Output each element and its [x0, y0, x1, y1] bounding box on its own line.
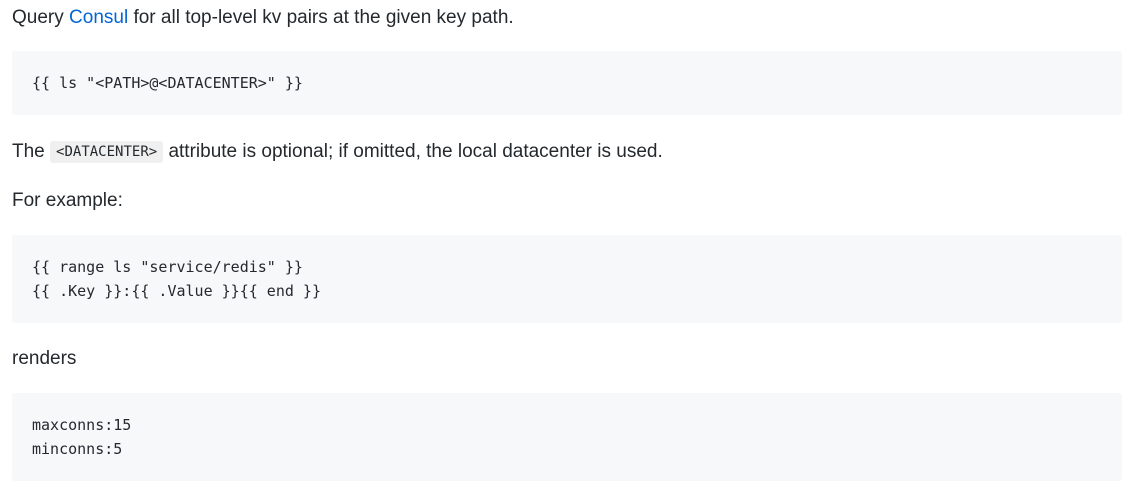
consul-link[interactable]: Consul [69, 7, 128, 28]
renders-paragraph: renders [12, 348, 77, 369]
code-line: {{ range ls "service/redis" }} [32, 258, 303, 276]
code-line: {{ .Key }}:{{ .Value }}{{ end }} [32, 282, 321, 300]
code-line: {{ ls "<PATH>@<DATACENTER>" }} [32, 74, 303, 92]
output-code-block: maxconns:15 minconns:5 [12, 393, 1122, 481]
datacenter-inline-code: <DATACENTER> [50, 141, 164, 163]
example-code-block: {{ range ls "service/redis" }} {{ .Key }}… [12, 235, 1122, 323]
intro-paragraph: Query Consul for all top-level kv pairs … [12, 6, 514, 30]
example-heading-paragraph: For example: [12, 190, 123, 211]
intro-text-after: for all top-level kv pairs at the given … [128, 7, 514, 28]
code-line: maxconns:15 [32, 416, 132, 434]
ls-syntax-code-block: {{ ls "<PATH>@<DATACENTER>" }} [12, 51, 1122, 115]
note-text-after: attribute is optional; if omitted, the l… [163, 141, 663, 162]
datacenter-note-paragraph: The <DATACENTER> attribute is optional; … [12, 140, 663, 164]
intro-text-before: Query [12, 7, 70, 28]
note-text-before: The [12, 141, 51, 162]
code-line: minconns:5 [32, 440, 123, 458]
